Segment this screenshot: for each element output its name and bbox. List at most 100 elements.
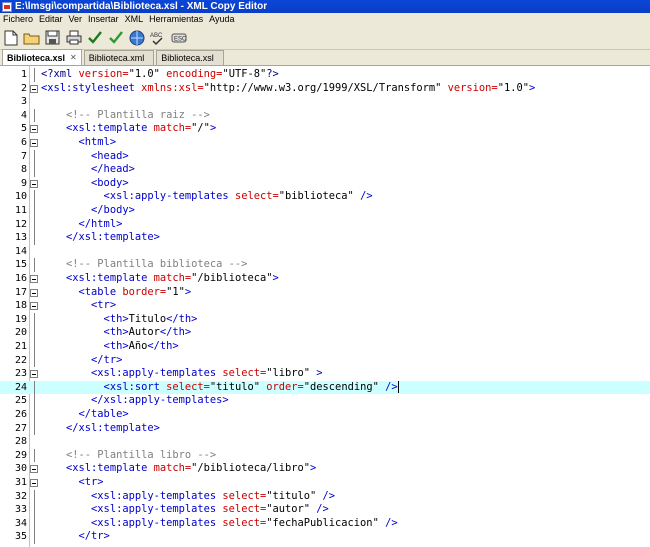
code-line[interactable]: 8 </head>: [0, 163, 650, 177]
code-line[interactable]: 18 <tr>: [0, 299, 650, 313]
fold-guide: [34, 217, 35, 232]
line-number: 30: [14, 463, 27, 475]
code-line[interactable]: 34 <xsl:apply-templates select="fechaPub…: [0, 516, 650, 531]
code-line[interactable]: 19 <th>Titulo</th>: [0, 312, 650, 327]
fold-guide: [34, 516, 35, 531]
menu-xml[interactable]: XML: [122, 13, 147, 26]
code-line[interactable]: 35 </tr>: [0, 530, 650, 544]
token-attr: match=: [153, 462, 192, 475]
validate-icon[interactable]: [107, 29, 124, 46]
code-line[interactable]: 3: [0, 95, 650, 109]
code-line[interactable]: 9 <body>: [0, 177, 650, 191]
code-line[interactable]: 25 </xsl:apply-templates>: [0, 394, 650, 408]
token-tag: <xsl:template: [41, 122, 154, 135]
code-line[interactable]: 22 </tr>: [0, 353, 650, 368]
token-attr: version=: [447, 81, 498, 94]
token-tag: <body>: [41, 176, 129, 189]
open-folder-icon[interactable]: [23, 29, 40, 46]
token-attr: select=: [222, 367, 267, 380]
fold-toggle-icon[interactable]: [30, 125, 38, 134]
close-tab-icon[interactable]: ✕: [70, 51, 77, 65]
check-wellformed-icon[interactable]: [86, 29, 103, 46]
token-str: "1.0": [128, 68, 167, 80]
fold-toggle-icon[interactable]: [30, 302, 38, 311]
token-attr: match=: [153, 122, 192, 135]
code-line[interactable]: 10 <xsl:apply-templates select="bibliote…: [0, 190, 650, 204]
fold-toggle-icon[interactable]: [30, 139, 38, 147]
token-attr: version=: [78, 68, 129, 80]
code-line[interactable]: 31 <tr>: [0, 476, 650, 490]
browser-icon[interactable]: [128, 29, 145, 46]
tab-biblioteca-xsl-2[interactable]: Biblioteca.xsl: [156, 50, 224, 65]
new-file-icon[interactable]: [2, 29, 19, 46]
menu-ayuda[interactable]: Ayuda: [206, 13, 237, 26]
menu-fichero[interactable]: Fichero: [0, 13, 36, 26]
code-line[interactable]: 4 <!-- Plantilla raiz -->: [0, 108, 650, 123]
spellcheck-icon[interactable]: ABC: [149, 29, 166, 46]
fold-toggle-icon[interactable]: [30, 84, 38, 93]
code-line[interactable]: 11 </body>: [0, 204, 650, 218]
menu-ver[interactable]: Ver: [66, 13, 86, 26]
print-icon[interactable]: [65, 29, 82, 46]
code-text: <xsl:apply-templates select="titulo" />: [41, 490, 335, 504]
token-str: "/biblioteca": [191, 272, 273, 284]
fold-toggle-icon[interactable]: [30, 275, 38, 283]
token-tag: </tr>: [41, 530, 110, 543]
token-tag: </tr>: [41, 353, 123, 366]
code-line[interactable]: 14: [0, 245, 650, 259]
code-line[interactable]: 28: [0, 435, 650, 449]
token-str: Titulo: [128, 312, 167, 325]
code-line[interactable]: 32 <xsl:apply-templates select="titulo" …: [0, 489, 650, 504]
fold-toggle-icon[interactable]: [30, 288, 38, 297]
code-line[interactable]: 30 <xsl:template match="/biblioteca/libr…: [0, 462, 650, 476]
code-line[interactable]: 1 <?xml version="1.0" encoding="UTF-8"?>: [0, 68, 650, 82]
fold-toggle-icon[interactable]: [30, 465, 38, 474]
token-tag: />: [322, 489, 336, 502]
code-line[interactable]: 12 </html>: [0, 217, 650, 232]
token-tag: <tr>: [41, 299, 117, 312]
line-number: 8: [20, 164, 27, 176]
code-line[interactable]: 16 <xsl:template match="/biblioteca">: [0, 272, 650, 286]
save-icon[interactable]: [44, 29, 61, 46]
menu-insertar[interactable]: Insertar: [85, 13, 122, 26]
line-number: 16: [14, 273, 27, 284]
code-line[interactable]: 5 <xsl:template match="/">: [0, 122, 650, 136]
code-line[interactable]: 21 <th>Año</th>: [0, 340, 650, 354]
menu-herramientas[interactable]: Herramientas: [146, 13, 206, 26]
token-str: "1": [166, 285, 185, 298]
tab-biblioteca-xml[interactable]: Biblioteca.xml: [83, 50, 155, 65]
token-tag: </th>: [147, 340, 179, 352]
token-tag: />: [360, 190, 373, 203]
close-icon[interactable]: ESC: [170, 29, 187, 46]
line-number: 3: [20, 96, 27, 108]
fold-guide: [34, 190, 35, 204]
code-line[interactable]: 7 <head>: [0, 149, 650, 164]
fold-toggle-icon[interactable]: [30, 370, 38, 379]
code-line[interactable]: 13 </xsl:template>: [0, 231, 650, 245]
code-line[interactable]: 17 <table border="1">: [0, 286, 650, 300]
code-line[interactable]: 20 <th>Autor</th>: [0, 326, 650, 340]
fold-toggle-icon[interactable]: [30, 479, 38, 487]
code-line[interactable]: 27 </xsl:template>: [0, 421, 650, 436]
code-text: </xsl:template>: [41, 422, 160, 436]
code-line[interactable]: 29 <!-- Plantilla libro -->: [0, 448, 650, 463]
code-line[interactable]: 24 <xsl:sort select="titulo" order="desc…: [0, 380, 650, 395]
svg-text:ESC: ESC: [174, 36, 187, 42]
code-editor[interactable]: 1 <?xml version="1.0" encoding="UTF-8"?> 2…: [0, 66, 650, 547]
code-text: <!-- Plantilla libro -->: [41, 449, 216, 463]
code-line[interactable]: 26 </table>: [0, 408, 650, 422]
token-tag: >: [528, 81, 536, 94]
code-line[interactable]: 6 <html>: [0, 136, 650, 150]
code-text: <xsl:template match="/biblioteca">: [41, 272, 279, 286]
fold-guide: [34, 108, 35, 123]
fold-guide: [34, 149, 35, 164]
code-line[interactable]: 23 <xsl:apply-templates select="libro" >: [0, 367, 650, 381]
menu-editar[interactable]: Editar: [36, 13, 66, 26]
fold-guide: [34, 353, 35, 368]
code-line[interactable]: 2 <xsl:stylesheet xmlns:xsl="http://www.w…: [0, 82, 650, 96]
fold-toggle-icon[interactable]: [30, 179, 38, 188]
code-line[interactable]: 33 <xsl:apply-templates select="autor" /…: [0, 503, 650, 517]
line-number: 31: [14, 477, 27, 488]
code-line[interactable]: 15 <!-- Plantilla biblioteca -->: [0, 258, 650, 272]
tab-biblioteca-xsl[interactable]: Biblioteca.xsl ✕: [2, 49, 82, 65]
